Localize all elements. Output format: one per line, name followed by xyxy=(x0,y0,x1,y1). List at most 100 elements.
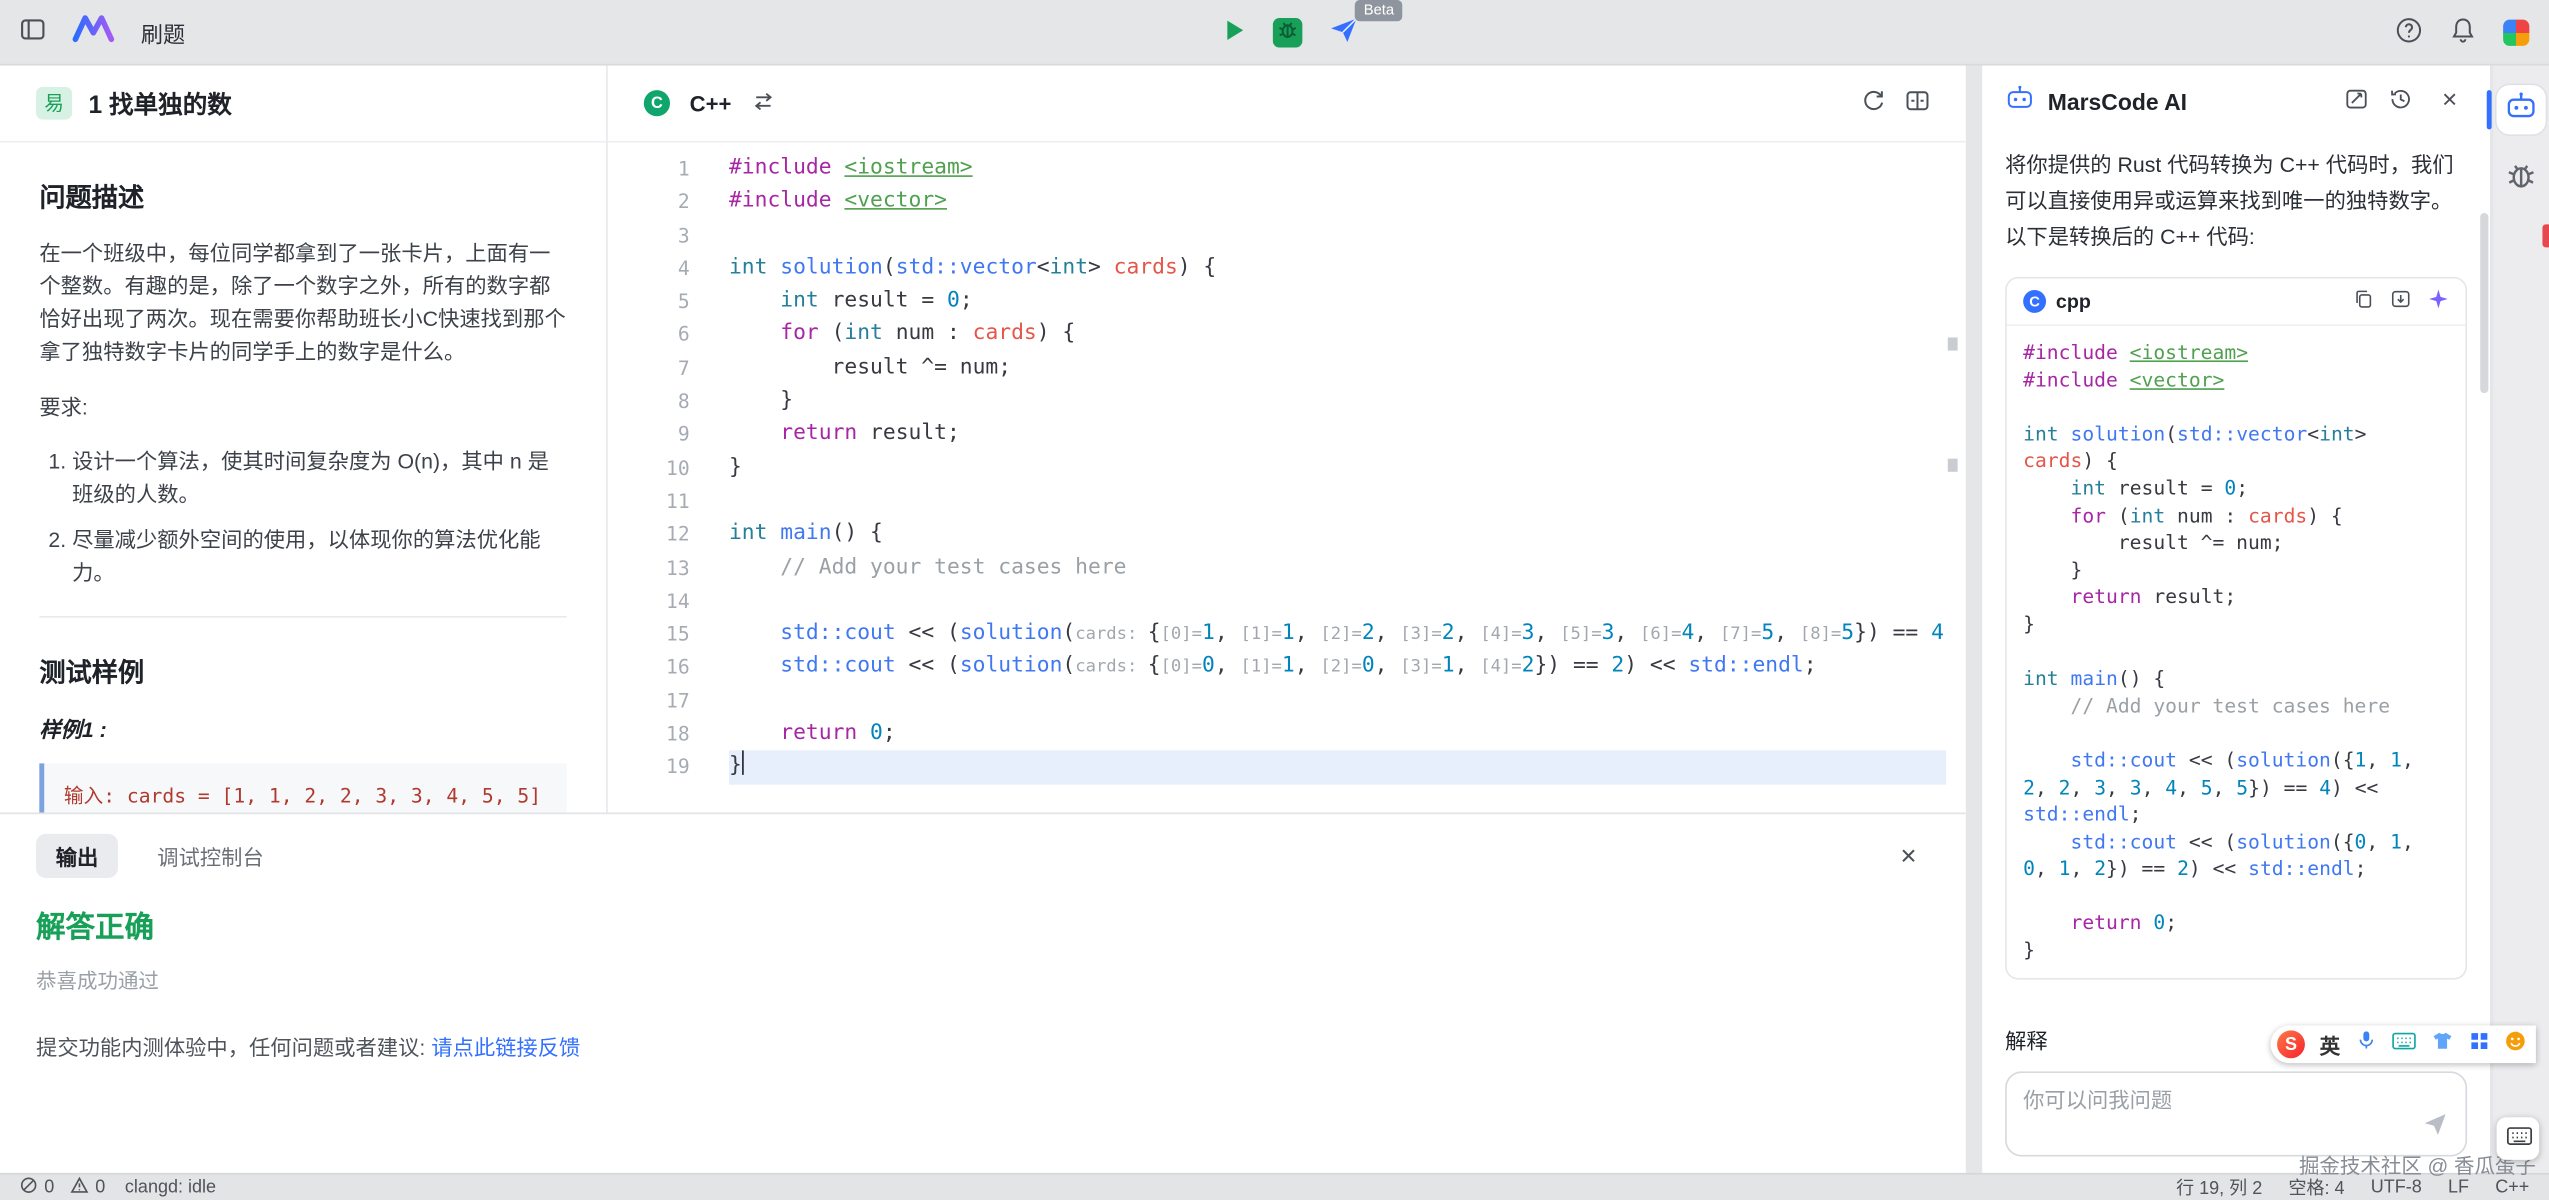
problems-indicator[interactable]: 0 0 xyxy=(20,1176,106,1199)
result-subtitle: 恭喜成功通过 xyxy=(36,963,1966,994)
sogou-logo-icon[interactable]: S xyxy=(2277,1030,2305,1058)
description-heading: 问题描述 xyxy=(39,175,566,214)
ime-mode-label[interactable]: 英 xyxy=(2320,1029,2341,1060)
code-line-2[interactable]: 2#include <vector> xyxy=(608,186,1966,219)
keyboard-icon[interactable] xyxy=(2391,1030,2416,1059)
code-line-16[interactable]: 16 std::cout << (solution(cards: {[0]=0,… xyxy=(608,651,1966,684)
history-button[interactable] xyxy=(2388,87,2413,116)
ai-chat-body: 将你提供的 Rust 代码转换为 C++ 代码时，我们可以直接使用异或运算来找到… xyxy=(1982,138,2490,1011)
bug-activity-icon xyxy=(2505,158,2538,199)
code-line-18[interactable]: 18 return 0; xyxy=(608,718,1966,751)
code-line-13[interactable]: 13 // Add your test cases here xyxy=(608,551,1966,584)
ai-close-button[interactable]: × xyxy=(2432,87,2467,116)
output-tabs: 输出 调试控制台 × xyxy=(0,814,1966,878)
code-line-19[interactable]: 19} xyxy=(608,751,1966,784)
new-chat-button[interactable] xyxy=(2344,87,2369,116)
emoji-icon[interactable] xyxy=(2504,1030,2525,1059)
ai-panel-title: MarsCode AI xyxy=(2048,88,2187,114)
run-button[interactable] xyxy=(1222,17,1247,46)
compare-code-button[interactable] xyxy=(1905,88,1930,117)
ai-code-line: #include <iostream> xyxy=(2023,339,2449,366)
feedback-link[interactable]: 请点此链接反馈 xyxy=(431,1035,580,1060)
ai-code-line: for (int num : cards) { xyxy=(2023,502,2449,529)
switch-language-button[interactable] xyxy=(751,89,774,117)
code-lines: 1#include <iostream>2#include <vector>34… xyxy=(608,152,1966,784)
result-title: 解答正确 xyxy=(36,904,1966,947)
app-title: 刷题 xyxy=(141,16,185,49)
overview-ruler-mark xyxy=(1948,459,1958,472)
ai-panel-header: MarsCode AI × xyxy=(1982,66,2490,138)
beta-badge: Beta xyxy=(1356,0,1403,20)
language-server-status[interactable]: clangd: idle xyxy=(125,1178,216,1198)
refresh-icon xyxy=(1861,88,1886,117)
code-lang-label: cpp xyxy=(2056,290,2091,313)
copy-code-button[interactable] xyxy=(2352,288,2373,314)
new-chat-icon xyxy=(2344,87,2369,116)
ime-keyboard-button[interactable] xyxy=(2497,1117,2540,1160)
ai-code-line: int result = 0; xyxy=(2023,475,2449,502)
extensions-button[interactable] xyxy=(2503,19,2529,45)
notifications-button[interactable] xyxy=(2449,16,2477,49)
code-line-8[interactable]: 8 } xyxy=(608,385,1966,418)
ai-code-line: int solution(std::vector<int> cards) { xyxy=(2023,421,2449,475)
debug-run-button[interactable] xyxy=(1273,17,1302,46)
keyboard-fab-icon xyxy=(2506,1125,2532,1151)
code-line-17[interactable]: 17 xyxy=(608,684,1966,717)
reset-code-button[interactable] xyxy=(1861,88,1886,117)
encoding-setting[interactable]: UTF-8 xyxy=(2371,1178,2422,1198)
code-line-14[interactable]: 14 xyxy=(608,585,1966,618)
tab-debug-console[interactable]: 调试控制台 xyxy=(157,840,264,871)
ai-code-line: } xyxy=(2023,611,2449,638)
code-line-12[interactable]: 12int main() { xyxy=(608,518,1966,551)
ai-code-line xyxy=(2023,883,2449,910)
bell-icon xyxy=(2449,16,2477,49)
paper-plane-icon xyxy=(1329,14,1360,50)
submit-button[interactable] xyxy=(1329,14,1360,50)
ime-toolbar[interactable]: S 英 xyxy=(2271,1025,2536,1063)
output-close-button[interactable]: × xyxy=(1891,840,1927,871)
cpp-icon: C xyxy=(2023,290,2046,313)
ai-code-card-header: C cpp xyxy=(2007,278,2466,326)
ai-code-line: std::cout << (solution({1, 1, 2, 2, 3, 3… xyxy=(2023,747,2449,829)
skin-icon[interactable] xyxy=(2430,1030,2453,1059)
red-marker xyxy=(2542,224,2549,247)
language-label[interactable]: C++ xyxy=(690,91,732,116)
code-line-11[interactable]: 11 xyxy=(608,485,1966,518)
cursor-position[interactable]: 行 19, 列 2 xyxy=(2176,1175,2262,1200)
difficulty-badge: 易 xyxy=(36,87,72,120)
help-button[interactable] xyxy=(2395,16,2423,49)
code-line-4[interactable]: 4int solution(std::vector<int> cards) { xyxy=(608,252,1966,285)
insert-code-button[interactable] xyxy=(2390,288,2411,314)
tab-output[interactable]: 输出 xyxy=(36,834,118,878)
cpp-language-icon: C xyxy=(644,90,670,116)
code-line-6[interactable]: 6 for (int num : cards) { xyxy=(608,319,1966,352)
requirement-item: 设计一个算法，使其时间复杂度为 O(n)，其中 n 是班级的人数。 xyxy=(72,446,567,512)
requirements-list: 设计一个算法，使其时间复杂度为 O(n)，其中 n 是班级的人数。 尽量减少额外… xyxy=(39,446,566,590)
ai-activity-button[interactable] xyxy=(2497,85,2546,134)
code-line-7[interactable]: 7 result ^= num; xyxy=(608,352,1966,385)
sidebar-toggle-button[interactable] xyxy=(20,16,46,47)
code-line-10[interactable]: 10} xyxy=(608,452,1966,485)
code-line-15[interactable]: 15 std::cout << (solution(cards: {[0]=1,… xyxy=(608,618,1966,651)
marscode-logo-icon[interactable] xyxy=(72,13,115,51)
code-line-5[interactable]: 5 int result = 0; xyxy=(608,285,1966,318)
debug-activity-button[interactable] xyxy=(2497,154,2546,203)
mic-icon[interactable] xyxy=(2355,1029,2376,1060)
code-line-3[interactable]: 3 xyxy=(608,219,1966,252)
ai-code-card: C cpp xyxy=(2005,277,2467,979)
toolbox-icon[interactable] xyxy=(2468,1030,2489,1059)
language-mode[interactable]: C++ xyxy=(2495,1178,2529,1198)
code-line-1[interactable]: 1#include <iostream> xyxy=(608,152,1966,185)
code-editor[interactable]: 1#include <iostream>2#include <vector>34… xyxy=(608,143,1966,785)
eol-setting[interactable]: LF xyxy=(2448,1178,2469,1198)
problem-panel: 易 1 找单独的数 问题描述 在一个班级中，每位同学都拿到了一张卡片，上面有一个… xyxy=(0,66,606,813)
ai-apply-button[interactable] xyxy=(2428,288,2449,314)
output-panel: 输出 调试控制台 × 解答正确 恭喜成功通过 提交功能内测体验中，任何问题或者建… xyxy=(0,813,1966,1173)
feedback-row: 提交功能内测体验中，任何问题或者建议: 请点此链接反馈 xyxy=(36,1030,1966,1061)
code-line-9[interactable]: 9 return result; xyxy=(608,418,1966,451)
send-button[interactable] xyxy=(2421,1111,2449,1144)
ai-scrollbar-thumb[interactable] xyxy=(2480,213,2488,393)
samples-heading: 测试样例 xyxy=(39,650,566,689)
ai-code-lines: #include <iostream>#include <vector> int… xyxy=(2007,326,2466,977)
chat-input[interactable] xyxy=(2007,1073,2383,1127)
